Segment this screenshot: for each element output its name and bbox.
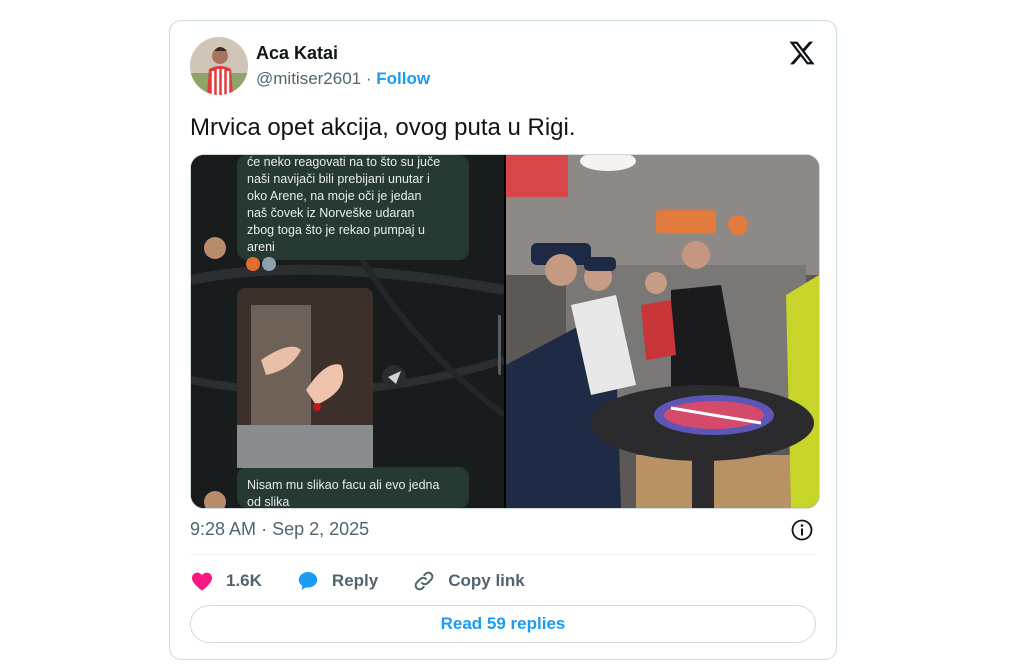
read-replies-button[interactable]: Read 59 replies — [190, 605, 816, 643]
media-left-chat-screenshot[interactable]: će neko reagovati na to što su juče naši… — [191, 155, 504, 508]
timestamp-row[interactable]: 9:28 AM · Sep 2, 2025 — [190, 519, 369, 540]
tweet-time: 9:28 AM — [190, 519, 257, 539]
reply-label: Reply — [331, 571, 379, 590]
action-bar: 1.6K Reply Copy link — [190, 567, 559, 595]
like-button[interactable]: 1.6K — [190, 569, 262, 593]
author-name[interactable]: Aca Katai — [256, 43, 338, 64]
tweet-card: Aca Katai @mitiser2601 · Follow Mrvica o… — [169, 20, 837, 660]
timestamp-separator: · — [261, 519, 273, 539]
reply-button[interactable]: Reply — [296, 569, 378, 593]
follow-button[interactable]: Follow — [376, 69, 430, 88]
photo-scene — [506, 155, 819, 508]
like-count: 1.6K — [226, 571, 262, 590]
info-icon[interactable] — [790, 518, 814, 542]
handle-separator: · — [365, 69, 377, 88]
chat-message-1: će neko reagovati na to što su juče naši… — [247, 155, 441, 254]
author-handle-row: @mitiser2601 · Follow — [256, 69, 430, 89]
chat-message-2: Nisam mu slikao facu ali evo jedna od sl… — [247, 478, 440, 508]
tweet-media[interactable]: će neko reagovati na to što su juče naši… — [190, 154, 820, 509]
tweet-text: Mrvica opet akcija, ovog puta u Rigi. — [190, 114, 576, 141]
link-icon — [414, 571, 434, 591]
media-right-photo[interactable] — [506, 155, 819, 508]
tweet-date: Sep 2, 2025 — [272, 519, 370, 539]
divider — [190, 554, 816, 555]
copy-link-label: Copy link — [448, 571, 525, 590]
copy-link-button[interactable]: Copy link — [412, 569, 525, 593]
author-handle[interactable]: @mitiser2601 — [256, 69, 361, 88]
avatar[interactable] — [190, 37, 248, 95]
reply-bubble-icon — [298, 572, 318, 590]
heart-icon — [192, 572, 212, 591]
x-logo-icon[interactable] — [788, 39, 816, 67]
